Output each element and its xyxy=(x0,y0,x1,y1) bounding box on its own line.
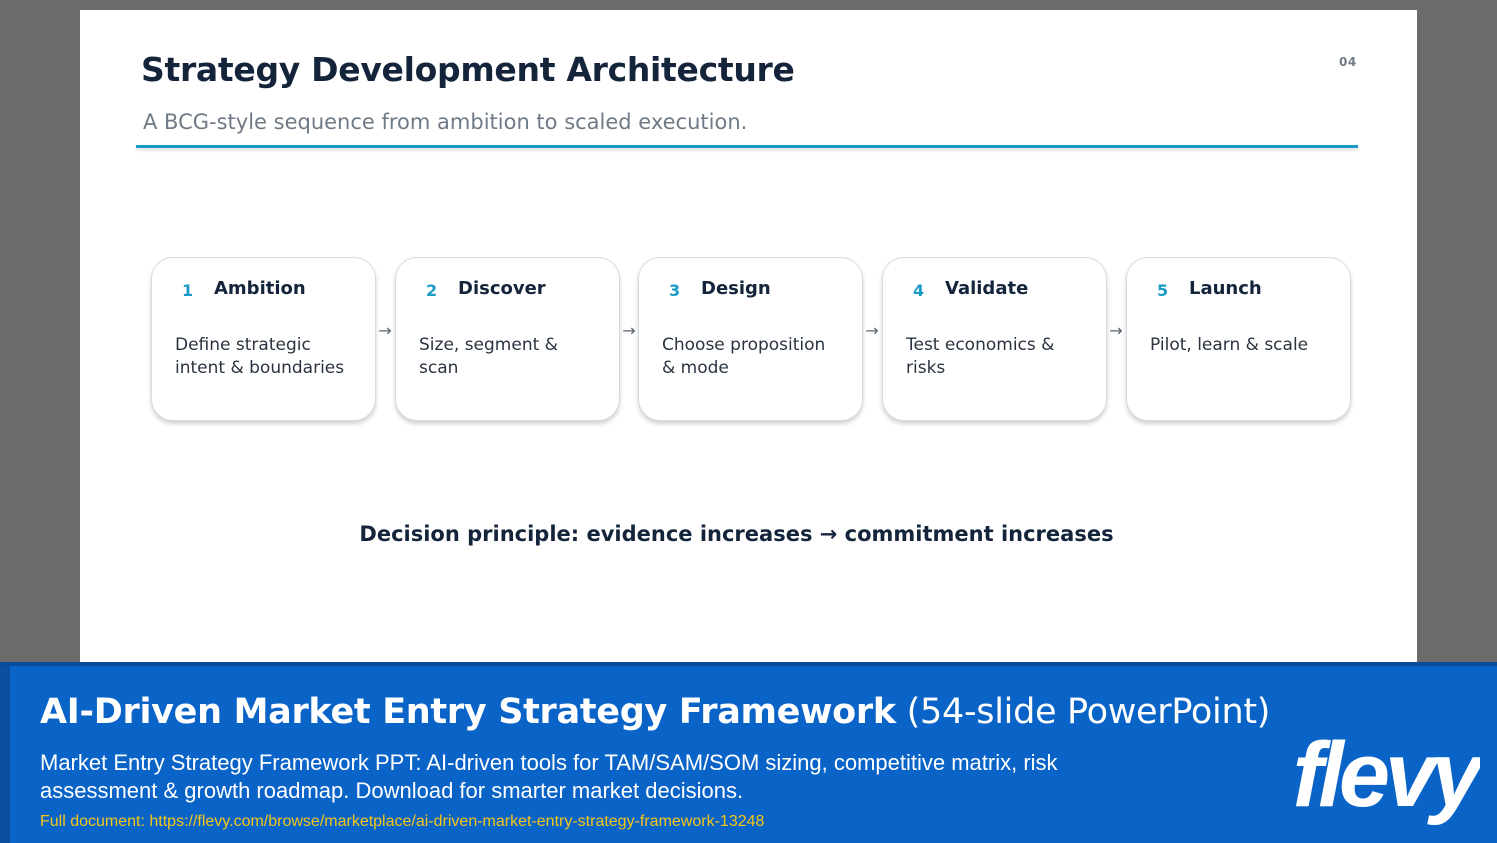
step-title: Validate xyxy=(945,278,1029,299)
step-description: Pilot, learn & scale xyxy=(1150,335,1309,355)
slide-subtitle: A BCG-style sequence from ambition to sc… xyxy=(143,110,748,134)
step-card-ambition: 1 Ambition Define strategic intent & bou… xyxy=(151,257,376,421)
step-card-launch: 5 Launch Pilot, learn & scale xyxy=(1126,257,1351,421)
step-title: Discover xyxy=(458,278,546,299)
arrow-right-icon: → xyxy=(865,321,879,340)
document-link[interactable]: Full document: https://flevy.com/browse/… xyxy=(40,813,764,831)
step-card-discover: 2 Discover Size, segment & scan xyxy=(395,257,620,421)
slide-title: Strategy Development Architecture xyxy=(141,50,795,89)
flevy-logo[interactable]: flevy xyxy=(1290,726,1480,826)
banner-description: Market Entry Strategy Framework PPT: AI-… xyxy=(40,750,1058,803)
step-number: 3 xyxy=(669,281,681,300)
banner-title-light: (54-slide PowerPoint) xyxy=(906,692,1271,732)
step-title: Ambition xyxy=(214,278,306,299)
page-number: 04 xyxy=(1339,55,1357,69)
step-description: Define strategic intent & boundaries xyxy=(175,335,345,378)
step-description: Test economics & risks xyxy=(906,335,1055,378)
step-number: 1 xyxy=(182,281,194,300)
arrow-right-icon: → xyxy=(378,321,392,340)
banner-edge xyxy=(0,666,10,843)
step-number: 5 xyxy=(1157,281,1169,300)
slide: Strategy Development Architecture 04 A B… xyxy=(80,10,1417,662)
arrow-right-icon: → xyxy=(622,321,636,340)
title-divider xyxy=(136,145,1358,148)
decision-principle: Decision principle: evidence increases →… xyxy=(359,522,1114,546)
arrow-right-icon: → xyxy=(1109,321,1123,340)
step-number: 4 xyxy=(913,281,925,300)
step-description: Choose proposition & mode xyxy=(662,335,826,378)
step-card-validate: 4 Validate Test economics & risks xyxy=(882,257,1107,421)
logo-text: flevy xyxy=(1293,726,1480,826)
step-description: Size, segment & scan xyxy=(419,335,558,378)
step-card-design: 3 Design Choose proposition & mode xyxy=(638,257,863,421)
banner-title: AI-Driven Market Entry Strategy Framewor… xyxy=(40,692,1270,732)
step-title: Launch xyxy=(1189,278,1262,299)
banner-title-bold: AI-Driven Market Entry Strategy Framewor… xyxy=(40,692,896,732)
step-title: Design xyxy=(701,278,771,299)
promo-banner: AI-Driven Market Entry Strategy Framewor… xyxy=(0,662,1497,843)
step-number: 2 xyxy=(426,281,438,300)
